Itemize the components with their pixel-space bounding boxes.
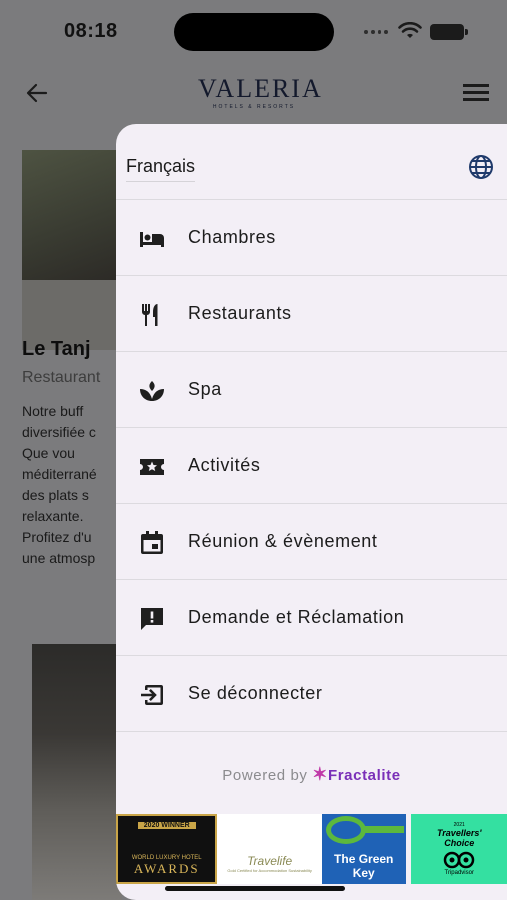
spa-icon [140, 381, 164, 401]
powered-by-text: Powered by [222, 767, 308, 784]
award-travelife: Travelife Gold Certified for Accommodati… [217, 814, 322, 884]
menu-item-demande[interactable]: Demande et Réclamation [116, 580, 507, 656]
menu-icon[interactable] [463, 84, 489, 102]
awards-strip: 2020 WINNER WORLD LUXURY HOTEL AWARDS Tr… [116, 814, 507, 884]
calendar-icon [141, 531, 163, 554]
powered-by-brand[interactable]: Fractalite [328, 767, 401, 784]
menu-item-spa[interactable]: Spa [116, 352, 507, 428]
award-green-key: The Green Key [321, 814, 406, 884]
logo-text: VALERIA [198, 74, 323, 103]
menu-item-logout[interactable]: Se déconnecter [116, 656, 507, 732]
status-bar: 08:18 [0, 0, 507, 62]
wifi-icon [398, 22, 422, 38]
menu-item-restaurants[interactable]: Restaurants [116, 276, 507, 352]
ticket-icon [140, 459, 164, 475]
restaurant-title: Le Tanj [22, 338, 91, 360]
menu-label-activites: Activités [188, 455, 261, 475]
side-drawer: Français Chambres Restaurants Spa Activi… [116, 124, 507, 900]
dynamic-island [174, 13, 334, 51]
restaurant-description: Notre buff diversifiée c Que vou méditer… [22, 403, 97, 566]
menu-label-spa: Spa [188, 379, 222, 399]
logout-icon [141, 685, 163, 705]
feedback-icon [141, 608, 163, 630]
language-row[interactable]: Français [116, 124, 507, 200]
hotel-logo: VALERIA HOTELS & RESORTS [198, 74, 323, 114]
menu-item-activites[interactable]: Activités [116, 428, 507, 504]
powered-by: Powered by ✶Fractalite [116, 764, 507, 785]
back-arrow-icon[interactable] [24, 80, 50, 106]
menu-item-chambres[interactable]: Chambres [116, 200, 507, 276]
bed-icon [140, 232, 164, 247]
signal-icon [364, 30, 388, 36]
home-indicator[interactable] [165, 886, 345, 891]
second-photo [32, 644, 122, 900]
restaurant-icon [142, 304, 158, 326]
menu-label-logout: Se déconnecter [188, 683, 323, 703]
restaurant-photo [22, 150, 122, 350]
owl-icon [443, 851, 475, 869]
menu-label-reunion: Réunion & évènement [188, 531, 378, 551]
key-icon [325, 816, 366, 844]
award-world-luxury: 2020 WINNER WORLD LUXURY HOTEL AWARDS [116, 814, 218, 884]
restaurant-subtitle: Restaurant [22, 369, 101, 386]
menu-item-reunion[interactable]: Réunion & évènement [116, 504, 507, 580]
status-time: 08:18 [64, 20, 118, 42]
app-header: VALERIA HOTELS & RESORTS [0, 62, 507, 124]
menu-label-restaurants: Restaurants [188, 303, 292, 323]
battery-icon [430, 24, 468, 40]
globe-icon[interactable] [468, 154, 494, 180]
language-selector[interactable]: Français [126, 156, 196, 182]
fractalite-logo-icon: ✶ [312, 764, 328, 784]
logo-subtext: HOTELS & RESORTS [212, 104, 296, 110]
award-tripadvisor: 2021 Travellers' Choice Tripadvisor [411, 814, 507, 884]
menu-label-chambres: Chambres [188, 227, 276, 247]
menu-label-demande: Demande et Réclamation [188, 607, 405, 627]
